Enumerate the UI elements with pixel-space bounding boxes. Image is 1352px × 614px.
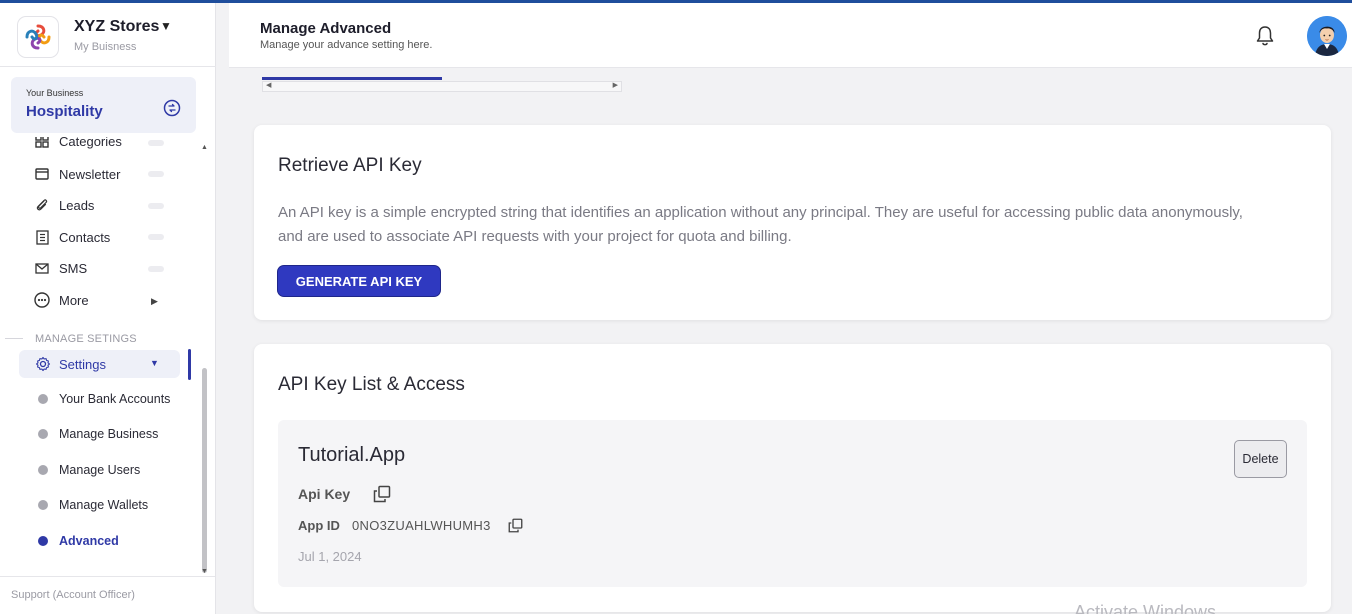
brand-switcher[interactable]: XYZ Stores ▼ My Buisness (0, 3, 216, 67)
subitem-label: Manage Users (59, 463, 141, 477)
contacts-book-icon (34, 229, 50, 245)
generate-api-key-button[interactable]: GENERATE API KEY (278, 266, 440, 296)
active-indicator (188, 349, 191, 380)
brand-name: XYZ Stores (74, 18, 160, 35)
app-id-label: App ID (298, 518, 340, 533)
bullet-icon (38, 500, 48, 510)
business-card-name: Hospitality (26, 103, 103, 120)
scroll-left-arrow-icon[interactable]: ◀ (266, 81, 271, 89)
sidebar-item-label: Newsletter (59, 166, 121, 182)
section-divider (5, 338, 23, 339)
scroll-up-arrow-icon[interactable]: ▲ (201, 144, 208, 151)
page-subtitle: Manage your advance setting here. (260, 39, 433, 51)
sidebar-subitem-manage-users[interactable]: Manage Users (38, 461, 140, 479)
mail-icon (34, 260, 50, 276)
bullet-icon (38, 394, 48, 404)
scroll-down-arrow-icon[interactable]: ▼ (201, 568, 208, 575)
sidebar-subitem-advanced[interactable]: Advanced (38, 532, 119, 550)
brand-subtitle: My Buisness (74, 41, 137, 53)
sidebar: XYZ Stores ▼ My Buisness Your Business H… (0, 0, 216, 614)
active-tab-indicator (262, 77, 442, 80)
business-card-label: Your Business (26, 88, 84, 98)
subitem-label: Manage Wallets (59, 498, 149, 512)
api-key-list-title: API Key List & Access (278, 374, 465, 395)
bullet-icon (38, 465, 48, 475)
scrollbar-thumb[interactable] (202, 368, 207, 573)
sidebar-subitem-manage-wallets[interactable]: Manage Wallets (38, 496, 148, 514)
bullet-icon (38, 429, 48, 439)
bullet-icon (38, 536, 48, 546)
count-badge (148, 140, 164, 146)
activation-watermark: Activate Windows (1074, 602, 1217, 614)
retrieve-api-key-description: An API key is a simple encrypted string … (278, 204, 1243, 245)
avatar[interactable] (1307, 16, 1347, 56)
switch-business-icon[interactable] (163, 99, 181, 117)
sidebar-footer-divider (0, 576, 215, 577)
sidebar-item-label: More (59, 292, 89, 308)
sidebar-item-label: SMS (59, 260, 88, 276)
caret-right-icon: ▶ (151, 296, 158, 306)
subitem-label: Manage Business (59, 427, 159, 441)
sidebar-item-label: Leads (59, 197, 95, 213)
page-header: Manage Advanced Manage your advance sett… (229, 3, 1352, 68)
created-date: Jul 1, 2024 (298, 549, 362, 564)
api-key-list-card: API Key List & Access Tutorial.App Api K… (254, 344, 1331, 612)
page-title: Manage Advanced (260, 20, 392, 37)
copy-icon[interactable] (373, 485, 391, 503)
api-key-entry: Tutorial.App Api Key App ID 0NO3ZUAHLWHU… (278, 420, 1307, 587)
count-badge (148, 203, 164, 209)
support-link[interactable]: Support (Account Officer) (11, 589, 135, 601)
sidebar-item-label: Categories (59, 133, 122, 149)
retrieve-api-key-title: Retrieve API Key (278, 155, 422, 176)
grid-icon (34, 137, 50, 149)
sidebar-subitem-bank-accounts[interactable]: Your Bank Accounts (38, 390, 170, 408)
settings-label: Settings (59, 357, 106, 372)
business-card: Your Business Hospitality (11, 77, 196, 133)
card-icon (34, 166, 50, 182)
caret-down-icon[interactable]: ▼ (150, 358, 159, 368)
delete-button[interactable]: Delete (1234, 440, 1287, 478)
count-badge (148, 266, 164, 272)
app-id-value: 0NO3ZUAHLWHUMH3 (352, 518, 491, 533)
copy-icon[interactable] (508, 518, 523, 533)
sidebar-item-label: Contacts (59, 229, 111, 245)
subitem-label: Your Bank Accounts (59, 392, 171, 406)
paperclip-icon (34, 197, 50, 213)
api-key-label: Api Key (298, 486, 351, 502)
bell-icon[interactable] (1255, 25, 1275, 47)
retrieve-api-key-card: Retrieve API Key An API key is a simple … (254, 125, 1331, 320)
top-accent-line (0, 0, 1352, 3)
tab-scrollbar[interactable]: ◀ ▶ (262, 81, 622, 92)
chevron-down-icon[interactable]: ▼ (160, 19, 172, 33)
scroll-right-arrow-icon[interactable]: ▶ (613, 81, 618, 89)
subitem-label: Advanced (59, 534, 119, 548)
count-badge (148, 171, 164, 177)
brand-logo-icon (18, 17, 58, 57)
gear-icon (35, 356, 51, 372)
section-title: MANAGE SETINGS (35, 333, 137, 345)
count-badge (148, 234, 164, 240)
sidebar-scrollbar[interactable]: ▲ ▼ (200, 140, 208, 578)
sidebar-subitem-manage-business[interactable]: Manage Business (38, 425, 158, 443)
app-name: Tutorial.App (298, 444, 406, 466)
more-circle-icon (34, 292, 50, 308)
